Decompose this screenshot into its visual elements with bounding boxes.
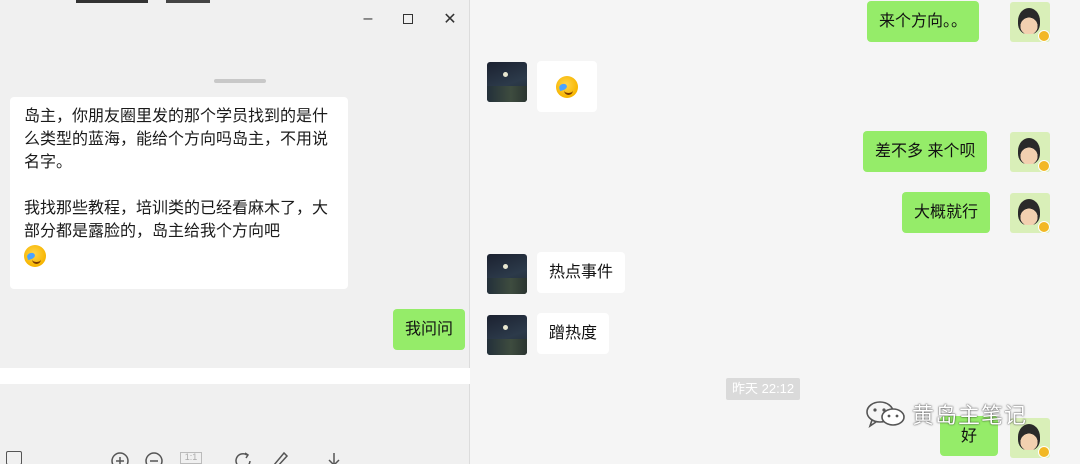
- badge-icon: [1038, 221, 1050, 233]
- outgoing-message-bubble[interactable]: 来个方向。。: [867, 1, 980, 42]
- actual-size-icon[interactable]: 1:1: [180, 452, 202, 464]
- incoming-message-bubble[interactable]: 热点事件: [537, 252, 626, 293]
- outgoing-message-bubble[interactable]: 大概就行: [902, 192, 991, 233]
- quoted-paragraph-2: 我找那些教程，培训类的已经看麻木了，大部分都是露脸的，岛主给我个方向吧: [24, 200, 329, 240]
- maximize-icon: [403, 14, 413, 24]
- message-text: 蹭热度: [549, 325, 598, 342]
- timestamp: 昨天 22:12: [726, 378, 801, 400]
- sent-message-bubble[interactable]: 我问问: [393, 309, 466, 350]
- message-text: 差不多 来个呗: [875, 143, 976, 160]
- input-area[interactable]: [0, 368, 470, 384]
- badge-icon: [1038, 446, 1050, 458]
- facepalm-emoji-icon: [24, 245, 46, 267]
- badge-icon: [1038, 160, 1050, 172]
- rotate-icon[interactable]: [234, 451, 254, 464]
- message-text: 来个方向。。: [879, 13, 968, 30]
- watermark-text: 黄岛主笔记: [912, 403, 1028, 428]
- contact-avatar[interactable]: [487, 62, 527, 102]
- maximize-button[interactable]: [394, 8, 422, 30]
- incoming-message-bubble[interactable]: 蹭热度: [537, 313, 610, 354]
- zoom-in-icon[interactable]: [110, 451, 130, 464]
- facepalm-emoji-icon: [556, 75, 578, 98]
- minimize-icon: –: [363, 10, 373, 27]
- message-text: 热点事件: [549, 264, 614, 281]
- watermark: 黄岛主笔记: [864, 398, 1027, 430]
- sent-message-text: 我问问: [405, 321, 454, 338]
- message-text: 好: [960, 428, 977, 445]
- quoted-paragraph-1: 岛主，你朋友圈里发的那个学员找到的是什么类型的蓝海，能给个方向吗岛主，不用说名字…: [24, 108, 329, 171]
- drag-handle[interactable]: [214, 79, 266, 83]
- badge-icon: [1038, 30, 1050, 42]
- zoom-out-icon[interactable]: [144, 451, 164, 464]
- viewer-toolbar: 1:1: [0, 446, 470, 464]
- my-avatar[interactable]: [1010, 193, 1050, 233]
- contact-avatar[interactable]: [487, 254, 527, 294]
- minimize-button[interactable]: –: [354, 8, 382, 30]
- edit-icon[interactable]: [270, 451, 290, 464]
- my-avatar[interactable]: [1010, 2, 1050, 42]
- message-text: 大概就行: [914, 204, 979, 221]
- download-icon[interactable]: [324, 451, 344, 464]
- image-viewer-window: – ✕ 岛主，你朋友圈里发的那个学员找到的是什么类型的蓝海，能给个方向吗岛主，不…: [0, 0, 470, 464]
- screenshot-icon[interactable]: [6, 451, 22, 464]
- close-icon: ✕: [443, 11, 457, 28]
- contact-avatar[interactable]: [487, 315, 527, 355]
- my-avatar[interactable]: [1010, 132, 1050, 172]
- quoted-message-bubble[interactable]: 岛主，你朋友圈里发的那个学员找到的是什么类型的蓝海，能给个方向吗岛主，不用说名字…: [10, 97, 348, 289]
- incoming-emoji-bubble[interactable]: [537, 61, 597, 112]
- background-window-edge: [76, 0, 148, 3]
- wechat-logo-icon: [866, 401, 905, 428]
- background-window-edge: [166, 0, 210, 3]
- outgoing-message-bubble[interactable]: 差不多 来个呗: [863, 131, 988, 172]
- close-button[interactable]: ✕: [436, 8, 464, 30]
